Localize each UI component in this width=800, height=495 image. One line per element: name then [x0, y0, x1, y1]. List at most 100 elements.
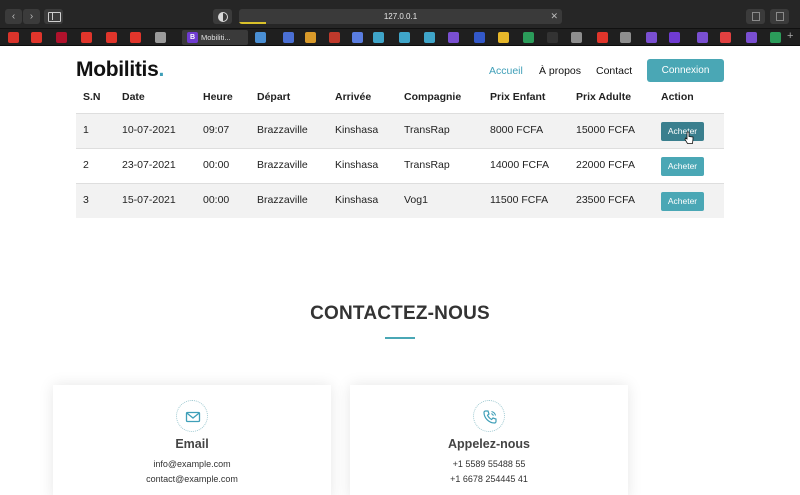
- site-logo[interactable]: Mobilitis.: [76, 58, 164, 82]
- cell-company: Vog1: [404, 194, 428, 206]
- bookmark-favicon-icon[interactable]: [669, 32, 680, 43]
- bookmark-favicon-icon[interactable]: [155, 32, 166, 43]
- tab-favicon-icon: B: [187, 32, 198, 43]
- bookmark-favicon-icon[interactable]: [329, 32, 340, 43]
- cell-company: TransRap: [404, 124, 450, 136]
- bookmark-favicon-icon[interactable]: [746, 32, 757, 43]
- email-line[interactable]: contact@example.com: [53, 474, 331, 484]
- email-card: Email info@example.com contact@example.c…: [53, 385, 331, 495]
- bookmark-favicon-icon[interactable]: [283, 32, 294, 43]
- cell-sn: 2: [83, 159, 89, 171]
- logo-dot: .: [158, 58, 165, 81]
- bookmark-favicon-icon[interactable]: [620, 32, 631, 43]
- envelope-icon: [176, 400, 208, 432]
- col-date: Date: [122, 91, 145, 103]
- nav-accueil[interactable]: Accueil: [489, 65, 523, 77]
- cell-to: Kinshasa: [335, 194, 379, 206]
- col-sn: S.N: [83, 91, 101, 103]
- tabs-overview-icon[interactable]: [770, 9, 789, 24]
- browser-toolbar: ‹ › 127.0.0.1 ✕: [0, 0, 800, 29]
- bookmark-favicon-icon[interactable]: [547, 32, 558, 43]
- sidebar-toggle-icon[interactable]: [44, 9, 63, 24]
- hand-cursor-icon: [684, 131, 694, 144]
- nav-a-propos[interactable]: À propos: [539, 65, 581, 77]
- col-prix-adulte: Prix Adulte: [576, 91, 632, 103]
- bookmark-favicon-icon[interactable]: [255, 32, 266, 43]
- privacy-shield-icon[interactable]: [213, 9, 232, 24]
- phone-card: Appelez-nous +1 5589 55488 55 +1 6678 25…: [350, 385, 628, 495]
- cell-company: TransRap: [404, 159, 450, 171]
- cell-time: 00:00: [203, 159, 230, 171]
- buy-button[interactable]: Acheter: [661, 122, 704, 141]
- buy-button[interactable]: Acheter: [661, 192, 704, 211]
- active-tab[interactable]: B Mobiliti...: [182, 30, 248, 45]
- bookmark-favicon-icon[interactable]: [352, 32, 363, 43]
- col-compagnie: Compagnie: [404, 91, 462, 103]
- col-prix-enfant: Prix Enfant: [490, 91, 546, 103]
- bookmark-favicon-icon[interactable]: [448, 32, 459, 43]
- cell-date: 15-07-2021: [122, 194, 176, 206]
- cell-date: 10-07-2021: [122, 124, 176, 136]
- cell-date: 23-07-2021: [122, 159, 176, 171]
- cell-adult-price: 15000 FCFA: [576, 124, 635, 136]
- cell-from: Brazzaville: [257, 124, 308, 136]
- cell-child-price: 14000 FCFA: [490, 159, 549, 171]
- login-button[interactable]: Connexion: [647, 59, 724, 82]
- cell-time: 00:00: [203, 194, 230, 206]
- bookmark-favicon-icon[interactable]: [474, 32, 485, 43]
- table-row: 2 23-07-2021 00:00 Brazzaville Kinshasa …: [76, 148, 724, 183]
- cell-from: Brazzaville: [257, 194, 308, 206]
- col-action: Action: [661, 91, 694, 103]
- bookmark-favicon-icon[interactable]: [770, 32, 781, 43]
- col-heure: Heure: [203, 91, 233, 103]
- bookmark-favicon-icon[interactable]: [56, 32, 67, 43]
- bookmark-favicon-icon[interactable]: [571, 32, 582, 43]
- bookmark-favicon-icon[interactable]: [31, 32, 42, 43]
- table-header: S.N Date Heure Départ Arrivée Compagnie …: [76, 88, 724, 112]
- cell-child-price: 8000 FCFA: [490, 124, 544, 136]
- bookmark-favicon-icon[interactable]: [424, 32, 435, 43]
- loading-progress-bar: [239, 22, 266, 24]
- forward-button[interactable]: ›: [23, 9, 40, 24]
- url-text: 127.0.0.1: [383, 12, 418, 21]
- tab-title: Mobiliti...: [201, 33, 231, 42]
- bookmark-favicon-icon[interactable]: [498, 32, 509, 43]
- bookmark-favicon-icon[interactable]: [697, 32, 708, 43]
- title-underline: [385, 337, 415, 339]
- email-line[interactable]: info@example.com: [53, 459, 331, 469]
- table-row: 1 10-07-2021 09:07 Brazzaville Kinshasa …: [76, 113, 724, 148]
- bookmark-favicon-icon[interactable]: [720, 32, 731, 43]
- bookmark-favicon-icon[interactable]: [106, 32, 117, 43]
- contact-title: CONTACTEZ-NOUS: [310, 303, 490, 324]
- phone-line[interactable]: +1 5589 55488 55: [350, 459, 628, 469]
- address-bar[interactable]: 127.0.0.1 ✕: [239, 9, 562, 24]
- bookmark-favicon-icon[interactable]: [130, 32, 141, 43]
- table-row: 3 15-07-2021 00:00 Brazzaville Kinshasa …: [76, 183, 724, 218]
- cell-child-price: 11500 FCFA: [490, 194, 549, 206]
- bookmark-favicon-icon[interactable]: [646, 32, 657, 43]
- stop-loading-icon[interactable]: ✕: [550, 9, 558, 24]
- cell-adult-price: 22000 FCFA: [576, 159, 635, 171]
- bookmark-favicon-icon[interactable]: [305, 32, 316, 43]
- bookmark-favicon-icon[interactable]: [523, 32, 534, 43]
- bookmark-favicon-icon[interactable]: [81, 32, 92, 43]
- logo-text: Mobilitis: [76, 58, 159, 81]
- cell-to: Kinshasa: [335, 159, 379, 171]
- phone-line[interactable]: +1 6678 254445 41: [350, 474, 628, 484]
- bookmark-favicon-icon[interactable]: [597, 32, 608, 43]
- nav-contact[interactable]: Contact: [596, 65, 632, 77]
- share-icon[interactable]: [746, 9, 765, 24]
- cell-to: Kinshasa: [335, 124, 379, 136]
- back-button[interactable]: ‹: [5, 9, 22, 24]
- bookmark-favicon-icon[interactable]: [399, 32, 410, 43]
- col-depart: Départ: [257, 91, 291, 103]
- cell-sn: 1: [83, 124, 89, 136]
- phone-card-title: Appelez-nous: [448, 437, 530, 451]
- bookmark-favicon-icon[interactable]: [8, 32, 19, 43]
- new-tab-icon[interactable]: +: [787, 30, 793, 42]
- bookmark-favicon-icon[interactable]: [373, 32, 384, 43]
- buy-button[interactable]: Acheter: [661, 157, 704, 176]
- cell-from: Brazzaville: [257, 159, 308, 171]
- bookmarks-bar: B Mobiliti... +: [0, 29, 800, 46]
- col-arrivee: Arrivée: [335, 91, 372, 103]
